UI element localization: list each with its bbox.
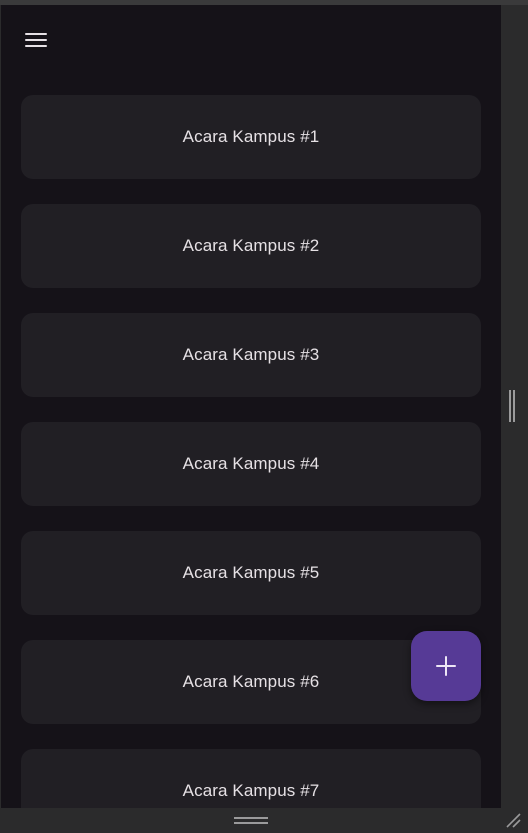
- event-list: Acara Kampus #1 Acara Kampus #2 Acara Ka…: [21, 95, 481, 808]
- event-card[interactable]: Acara Kampus #2: [21, 204, 481, 288]
- event-title: Acara Kampus #4: [182, 454, 320, 473]
- event-card[interactable]: Acara Kampus #1: [21, 95, 481, 179]
- plus-icon: [436, 656, 456, 676]
- menu-icon: [25, 32, 47, 48]
- app-window: Acara Kampus #1 Acara Kampus #2 Acara Ka…: [1, 5, 501, 808]
- event-title: Acara Kampus #3: [182, 345, 320, 364]
- menu-button[interactable]: [21, 27, 51, 53]
- event-title: Acara Kampus #5: [182, 563, 320, 582]
- resize-grip-icon[interactable]: [504, 811, 522, 829]
- event-title: Acara Kampus #6: [182, 672, 320, 691]
- event-card[interactable]: Acara Kampus #5: [21, 531, 481, 615]
- event-card[interactable]: Acara Kampus #4: [21, 422, 481, 506]
- event-title: Acara Kampus #7: [182, 781, 320, 800]
- event-title: Acara Kampus #2: [182, 236, 320, 255]
- event-card[interactable]: Acara Kampus #7: [21, 749, 481, 808]
- event-title: Acara Kampus #1: [182, 127, 320, 146]
- vertical-resize-handle[interactable]: [508, 390, 516, 422]
- horizontal-resize-handle[interactable]: [234, 817, 268, 825]
- event-card[interactable]: Acara Kampus #3: [21, 313, 481, 397]
- add-event-button[interactable]: [411, 631, 481, 701]
